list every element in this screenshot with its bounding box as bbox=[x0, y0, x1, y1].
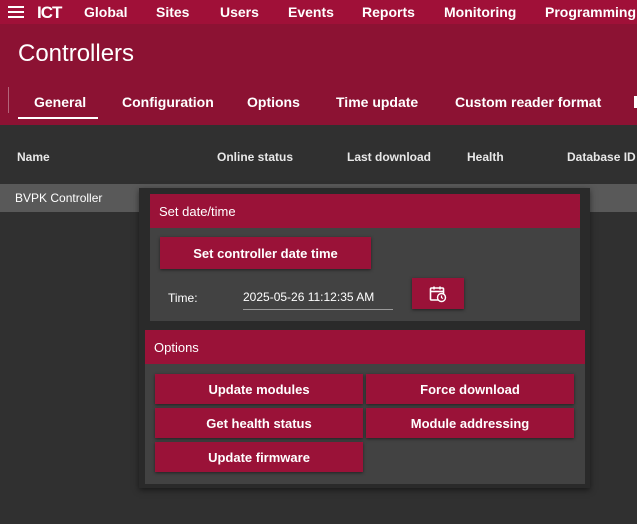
tab-custom-reader-format[interactable]: Custom reader format bbox=[455, 94, 601, 110]
tabs-divider bbox=[8, 87, 9, 113]
menu-icon[interactable] bbox=[8, 6, 24, 18]
column-header-name[interactable]: Name bbox=[17, 150, 50, 164]
top-nav-bar: ICT Global Sites Users Events Reports Mo… bbox=[0, 0, 637, 24]
get-health-status-button[interactable]: Get health status bbox=[155, 408, 363, 438]
calendar-clock-icon bbox=[429, 286, 447, 302]
time-field[interactable]: 2025-05-26 11:12:35 AM bbox=[243, 290, 393, 310]
update-firmware-button[interactable]: Update firmware bbox=[155, 442, 363, 472]
update-modules-button[interactable]: Update modules bbox=[155, 374, 363, 404]
tab-options[interactable]: Options bbox=[247, 94, 300, 110]
module-addressing-button[interactable]: Module addressing bbox=[366, 408, 574, 438]
column-header-health[interactable]: Health bbox=[467, 150, 504, 164]
nav-item-monitoring[interactable]: Monitoring bbox=[444, 4, 516, 20]
date-picker-button[interactable] bbox=[412, 278, 464, 309]
set-controller-date-time-button[interactable]: Set controller date time bbox=[160, 237, 371, 269]
options-header: Options bbox=[145, 330, 585, 364]
nav-item-users[interactable]: Users bbox=[220, 4, 259, 20]
page-title: Controllers bbox=[18, 40, 135, 67]
column-header-online-status[interactable]: Online status bbox=[217, 150, 293, 164]
tab-time-update[interactable]: Time update bbox=[336, 94, 418, 110]
column-header-database-id[interactable]: Database ID bbox=[567, 150, 636, 164]
controller-actions-popup: Set date/time Set controller date time T… bbox=[139, 188, 590, 488]
ict-logo[interactable]: ICT bbox=[37, 3, 62, 23]
active-tab-indicator bbox=[18, 117, 98, 119]
force-download-button[interactable]: Force download bbox=[366, 374, 574, 404]
page-header: Controllers General Configuration Option… bbox=[0, 24, 637, 125]
options-panel: Options Update modules Force download Ge… bbox=[145, 330, 585, 484]
nav-item-global[interactable]: Global bbox=[84, 4, 128, 20]
nav-item-events[interactable]: Events bbox=[288, 4, 334, 20]
set-datetime-panel: Set date/time Set controller date time T… bbox=[150, 194, 580, 321]
set-datetime-header: Set date/time bbox=[150, 194, 580, 228]
nav-item-programming[interactable]: Programming bbox=[545, 4, 636, 20]
time-label: Time: bbox=[168, 291, 198, 305]
tab-general[interactable]: General bbox=[34, 94, 86, 110]
row-name-cell: BVPK Controller bbox=[15, 191, 103, 205]
column-header-last-download[interactable]: Last download bbox=[347, 150, 431, 164]
nav-item-sites[interactable]: Sites bbox=[156, 4, 189, 20]
tab-configuration[interactable]: Configuration bbox=[122, 94, 214, 110]
nav-item-reports[interactable]: Reports bbox=[362, 4, 415, 20]
